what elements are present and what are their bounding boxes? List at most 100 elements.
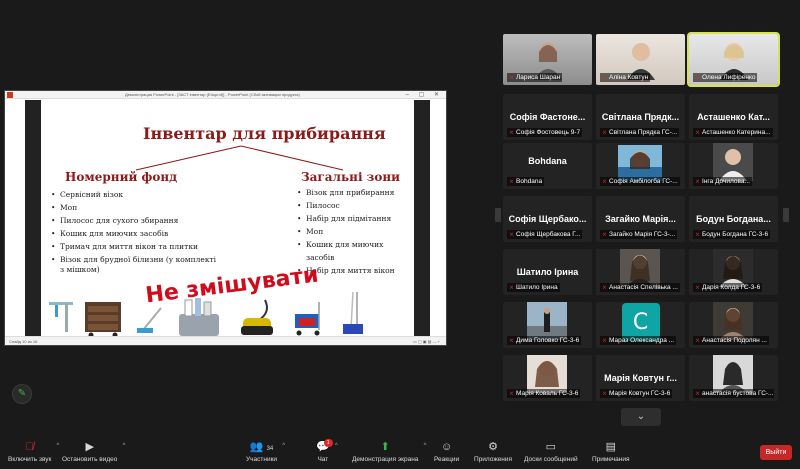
cleaning-trolley-image (295, 302, 320, 336)
profile-photo (620, 249, 660, 287)
mic-off-icon: ⨯ (509, 338, 515, 344)
mic-off-icon: ⨯ (695, 75, 701, 81)
mic-off-icon: ⨯ (602, 75, 608, 81)
participant-name: ⨯ Дарія Колда ГС-3-6 (693, 283, 763, 292)
chat-button[interactable]: 💬 1 Чат ^ (316, 439, 338, 463)
apps-icon: ⚙ (488, 441, 498, 453)
chevron-up-icon[interactable]: ^ (335, 443, 338, 449)
mic-off-icon: ⨯ (602, 232, 608, 238)
participant-display-name: Асташенко Кат... (697, 112, 770, 122)
share-screen-button[interactable]: ⬆ Демонстрация экрана ^ (352, 440, 426, 463)
video-tile[interactable]: ⨯ Анастасія Спелівька ... (596, 249, 685, 295)
whiteboards-button[interactable]: ▭ Доски сообщений (524, 440, 578, 463)
participant-display-name: Софія Фастоне... (509, 112, 586, 122)
list-item: Візок для брудної білизни (у комплекті з… (51, 253, 221, 275)
participant-display-name: Шатило Ірина (516, 267, 579, 277)
mic-off-icon: ⨯ (695, 179, 701, 185)
notes-button[interactable]: ▤ Примечания (592, 440, 630, 463)
participant-name: ⨯ Загайко Марія ГС-3-... (600, 230, 678, 239)
profile-photo (713, 355, 753, 393)
mop-image (137, 307, 162, 333)
shared-screen: Демонстрация PowerPoint - [ЗАСТ інвентар… (4, 90, 447, 346)
profile-photo (618, 145, 662, 181)
video-tile-active-speaker[interactable]: ⨯ Олена Лифіренко (687, 32, 780, 87)
video-tile[interactable]: ⨯ Марія Коваль ГС-3-6 (503, 355, 592, 401)
video-tile[interactable]: ⨯ Дима Головко ГС-3-6 (503, 302, 592, 348)
list-item: Кошик для миючих засобів (51, 227, 251, 240)
mic-off-icon: ⨯ (509, 75, 515, 81)
right-heading: Загальні зони (301, 170, 401, 184)
mic-off-icon: ⨯ (695, 285, 701, 291)
powerpoint-statusbar: Слайд 10 из 16 ▭ ▢ ▣ ▤ — + (5, 336, 446, 345)
mic-off-icon: ⨯ (695, 391, 701, 397)
video-tile[interactable]: ⨯ Аліна Ковтун (596, 34, 685, 85)
participants-button[interactable]: 👥 34 Участники ^ (246, 440, 285, 463)
participants-count: 34 (266, 446, 274, 452)
view-controls: ▭ ▢ ▣ ▤ — + (412, 339, 440, 344)
participant-name: ⨯ Анастасія Подолян ... (693, 336, 769, 345)
reactions-button[interactable]: ☺ Реакции (434, 440, 459, 463)
dustpan-broom-image (343, 291, 363, 334)
video-tile[interactable]: ⨯ Лариса Шаран (503, 34, 592, 85)
participant-name: ⨯ Анастасія Спелівька ... (600, 283, 680, 292)
mic-off-icon: ⨯ (602, 130, 608, 136)
list-item: Моп (297, 225, 412, 238)
powerpoint-icon (7, 92, 13, 98)
video-tile[interactable]: ⨯ анастасія бустова ГС-... (689, 355, 778, 401)
chevron-up-icon[interactable]: ^ (57, 443, 60, 449)
profile-photo (527, 355, 567, 393)
chevron-up-icon[interactable]: ^ (424, 443, 427, 449)
list-item: Візок для прибирання (297, 186, 412, 199)
video-tile[interactable]: ⨯ Анастасія Подолян ... (689, 302, 778, 348)
mic-off-icon: ⨯ (509, 285, 515, 291)
chevron-up-icon[interactable]: ^ (123, 443, 126, 449)
participant-name: ⨯ Світлана Прядка ГС-... (600, 128, 680, 137)
apps-button[interactable]: ⚙ Приложения (474, 440, 512, 463)
reactions-icon: ☺ (440, 441, 453, 453)
participant-display-name: Бодун Богдана... (696, 214, 771, 224)
participant-tile[interactable]: C ⨯ Мараз Олександра ... (596, 302, 685, 348)
profile-photo (713, 302, 753, 340)
mic-off-icon: ⨯ (695, 130, 701, 136)
gallery-prev-arrow[interactable] (495, 208, 501, 222)
participant-tile[interactable]: Бодун Богдана... ⨯ Бодун Богдана ГС-3-6 (689, 196, 778, 242)
share-screen-icon: ⬆ (380, 441, 390, 453)
gallery-next-arrow[interactable] (783, 208, 789, 222)
window-title: Демонстрация PowerPoint - [ЗАСТ інвентар… (125, 92, 300, 97)
participant-name: ⨯ анастасія бустова ГС-... (693, 389, 774, 398)
video-tile[interactable]: ⨯ Софія Амбілогба ГС-... (596, 143, 685, 189)
participant-tile[interactable]: Шатило Ірина ⨯ Шатило Ірина (503, 249, 592, 295)
video-tile[interactable]: ⨯ Інга Дочилова... (689, 143, 778, 189)
video-tile[interactable]: ⨯ Дарія Колда ГС-3-6 (689, 249, 778, 295)
cleaning-caddy-image (179, 298, 219, 336)
participant-name: ⨯ Bohdana (507, 177, 545, 186)
unmute-button[interactable]: 🎙̸ Включить звук ^ (8, 440, 59, 463)
participant-name: ⨯ Софія Щербакова Г... (507, 230, 583, 239)
participant-tile[interactable]: Софія Щербако... ⨯ Софія Щербакова Г... (503, 196, 592, 242)
participant-tile[interactable]: Bohdana ⨯ Bohdana (503, 143, 592, 189)
gallery-scroll-down-button[interactable]: ⌄ (621, 408, 661, 426)
chat-unread-badge: 1 (323, 439, 333, 447)
mic-off-icon: ⨯ (695, 338, 701, 344)
participant-tile[interactable]: Світлана Прядк... ⨯ Світлана Прядка ГС-..… (596, 94, 685, 140)
participant-tile[interactable]: Софія Фастоне... ⨯ Софія Фостовець 9-7 (503, 94, 592, 140)
participants-icon: 👥 34 (249, 441, 274, 453)
participant-name: ⨯ Мараз Олександра ... (600, 336, 677, 345)
list-item: Тримач для миття вікон та плитки (51, 240, 251, 253)
participant-tile[interactable]: Асташенко Кат... ⨯ Асташенко Катерина... (689, 94, 778, 140)
leave-button[interactable]: Выйти (760, 445, 792, 460)
list-item: Пилосос для сухого збирання (51, 214, 251, 227)
participant-tile[interactable]: Загайко Марія... ⨯ Загайко Марія ГС-3-... (596, 196, 685, 242)
participant-name: ⨯ Лариса Шаран (507, 73, 563, 82)
participant-display-name: Загайко Марія... (605, 214, 676, 224)
stop-video-button[interactable]: ▶ Остановить видео ^ (62, 440, 125, 463)
mic-off-icon: ⨯ (509, 232, 515, 238)
participant-display-name: Bohdana (528, 156, 567, 167)
chevron-up-icon[interactable]: ^ (282, 443, 285, 449)
participant-tile[interactable]: Марія Ковтун г... ⨯ Марія Ковтун ГС-3-6 (596, 355, 685, 401)
left-list: Сервісний візок Моп Пилосос для сухого з… (51, 188, 251, 275)
profile-photo (527, 302, 567, 340)
pencil-icon[interactable]: ✎ (12, 384, 32, 404)
participant-display-name: Марія Ковтун г... (604, 373, 677, 383)
profile-photo (713, 143, 753, 181)
